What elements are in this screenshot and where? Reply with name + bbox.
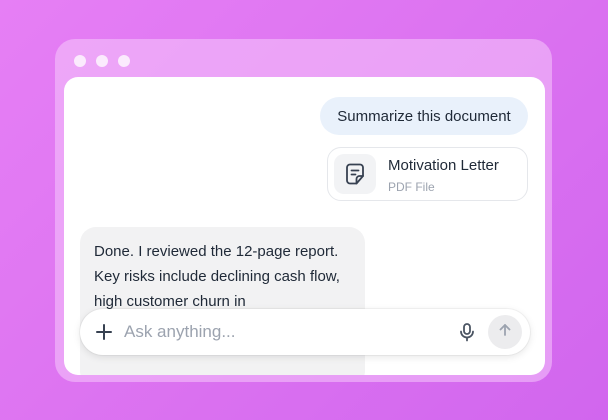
composer-bar bbox=[80, 309, 530, 355]
app-window: Summarize this document Motivation Lette… bbox=[55, 39, 552, 382]
chat-panel: Summarize this document Motivation Lette… bbox=[64, 77, 545, 375]
window-dot-maximize[interactable] bbox=[118, 55, 130, 67]
send-arrow-icon bbox=[497, 322, 513, 343]
document-icon bbox=[334, 154, 376, 194]
attachment-card[interactable]: Motivation Letter PDF File bbox=[327, 147, 528, 201]
send-button[interactable] bbox=[488, 315, 522, 349]
window-dot-minimize[interactable] bbox=[96, 55, 108, 67]
window-controls bbox=[74, 55, 130, 67]
user-message-bubble: Summarize this document bbox=[320, 97, 528, 135]
window-dot-close[interactable] bbox=[74, 55, 86, 67]
plus-icon[interactable] bbox=[94, 322, 114, 342]
attachment-name: Motivation Letter bbox=[388, 157, 499, 174]
prompt-input[interactable] bbox=[124, 319, 444, 345]
attachment-type: PDF File bbox=[388, 180, 435, 194]
user-message-text: Summarize this document bbox=[337, 107, 511, 125]
assistant-message-text: Done. I reviewed the 12-page report. Key… bbox=[94, 243, 355, 310]
microphone-icon[interactable] bbox=[456, 321, 478, 343]
